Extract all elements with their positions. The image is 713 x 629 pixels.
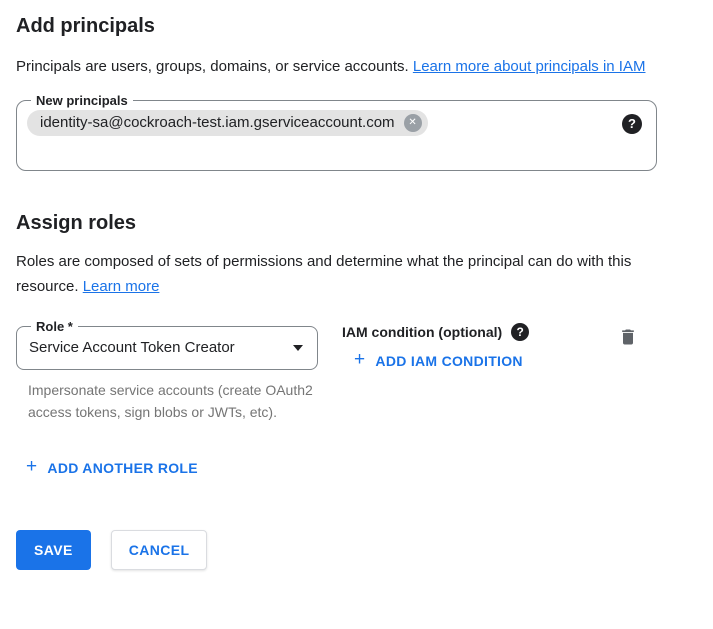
plus-icon: + — [26, 458, 37, 476]
learn-more-principals-link[interactable]: Learn more about principals in IAM — [413, 58, 646, 75]
iam-condition-column: IAM condition (optional) ? + ADD IAM CON… — [342, 319, 531, 376]
add-iam-condition-button[interactable]: + ADD IAM CONDITION — [346, 346, 531, 376]
add-another-role-button[interactable]: + ADD ANOTHER ROLE — [18, 453, 206, 483]
plus-icon: + — [354, 351, 365, 369]
role-value: Service Account Token Creator — [29, 337, 235, 359]
role-column: Role * Service Account Token Creator Imp… — [16, 319, 318, 423]
intro-text: Principals are users, groups, domains, o… — [16, 58, 409, 75]
page-title: Add principals — [16, 14, 697, 38]
role-select[interactable]: Role * Service Account Token Creator — [16, 319, 318, 370]
assign-roles-title: Assign roles — [16, 211, 697, 235]
delete-role-button[interactable] — [616, 325, 640, 349]
principals-help-icon[interactable]: ? — [622, 114, 642, 134]
new-principals-input[interactable]: identity-sa@cockroach-test.iam.gservicea… — [27, 110, 642, 156]
iam-condition-help-icon[interactable]: ? — [511, 323, 529, 341]
intro-paragraph: Principals are users, groups, domains, o… — [16, 54, 671, 79]
role-label: Role * — [31, 319, 78, 334]
save-button[interactable]: SAVE — [16, 530, 91, 570]
roles-description-paragraph: Roles are composed of sets of permission… — [16, 249, 671, 299]
actions-row: SAVE CANCEL — [16, 530, 697, 570]
new-principals-field[interactable]: New principals identity-sa@cockroach-tes… — [16, 93, 657, 171]
dropdown-caret-icon — [293, 345, 303, 351]
chip-remove-icon[interactable]: ✕ — [404, 114, 422, 132]
new-principals-label: New principals — [31, 93, 133, 108]
iam-condition-label: IAM condition (optional) — [342, 322, 502, 342]
delete-role-column — [616, 325, 640, 352]
principal-chip: identity-sa@cockroach-test.iam.gservicea… — [27, 110, 428, 136]
role-select-row[interactable]: Service Account Token Creator — [27, 334, 305, 359]
cancel-button[interactable]: CANCEL — [111, 530, 208, 570]
principal-chip-label: identity-sa@cockroach-test.iam.gservicea… — [40, 113, 395, 133]
role-row: Role * Service Account Token Creator Imp… — [16, 319, 697, 423]
add-another-role-label: ADD ANOTHER ROLE — [47, 460, 198, 476]
role-helper-text: Impersonate service accounts (create OAu… — [28, 379, 316, 423]
trash-icon — [618, 327, 638, 347]
learn-more-link[interactable]: Learn more — [83, 278, 160, 295]
add-iam-condition-label: ADD IAM CONDITION — [375, 353, 522, 369]
add-principals-panel: Add principals Principals are users, gro… — [0, 0, 713, 570]
iam-condition-label-row: IAM condition (optional) ? — [342, 322, 531, 342]
